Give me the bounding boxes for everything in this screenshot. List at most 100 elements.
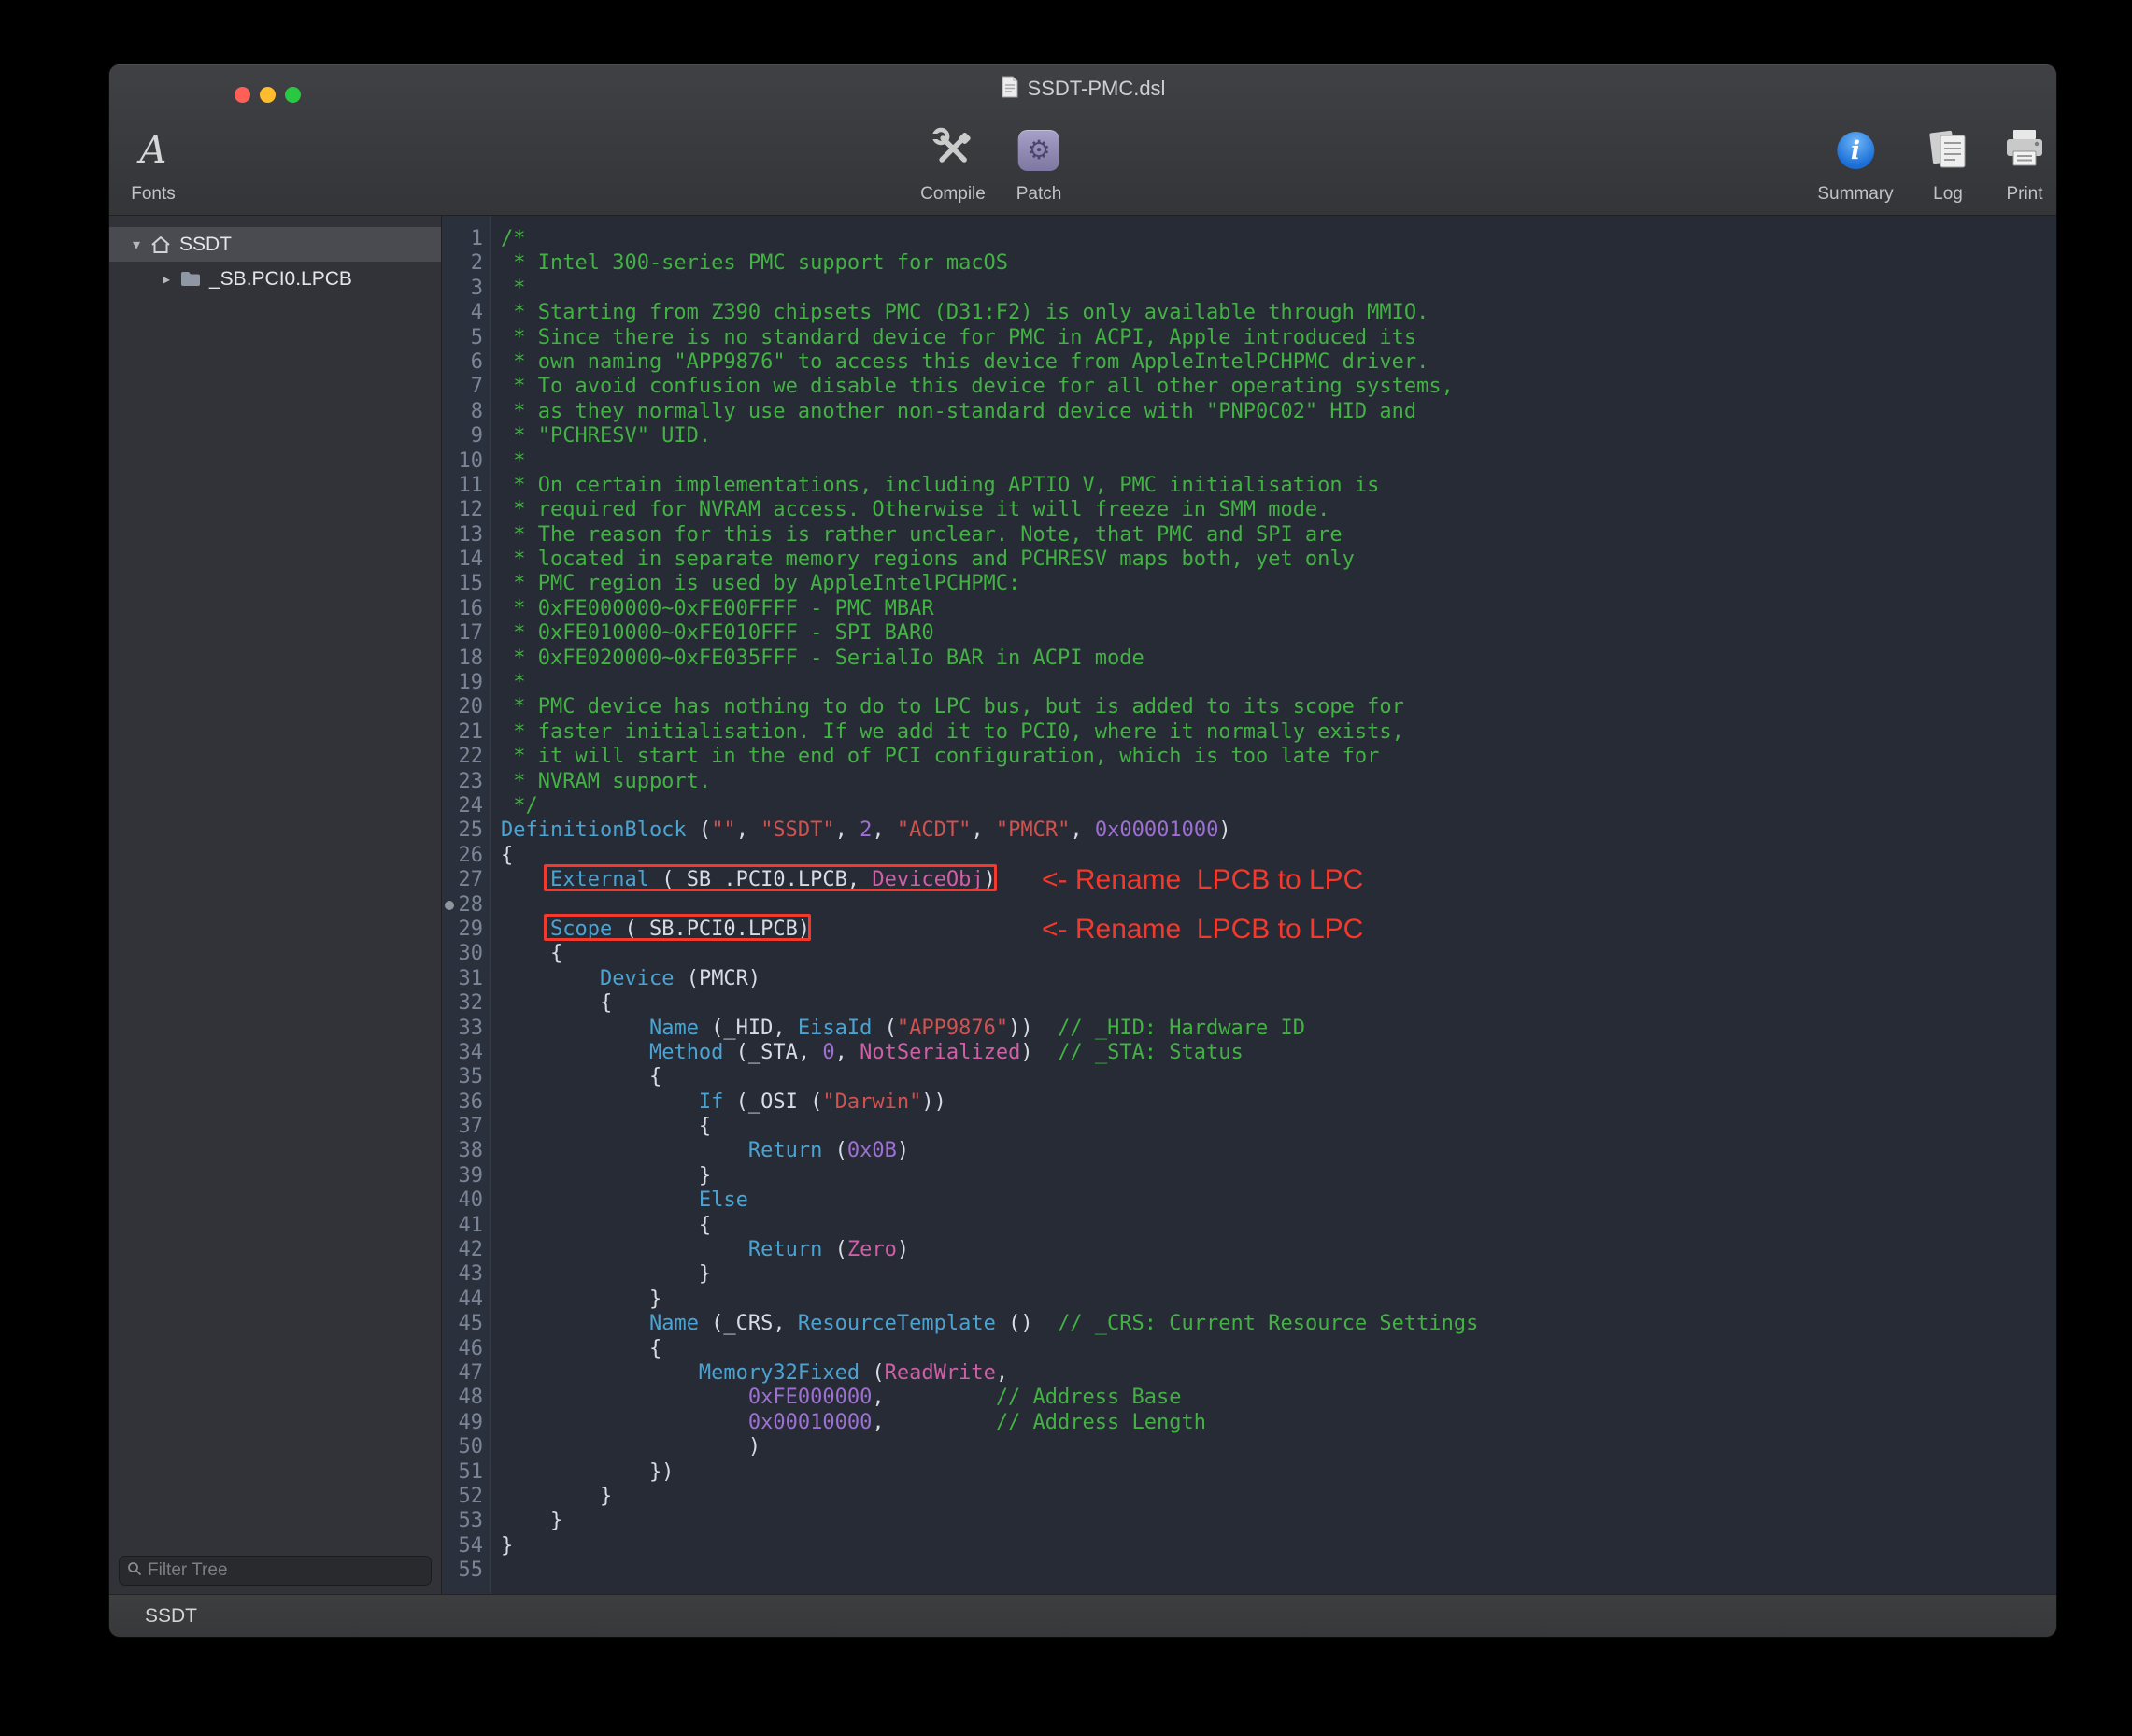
code-token: * as they normally use another non-stand… [501,400,1416,423]
print-button[interactable]: Print [2003,119,2046,205]
code-line[interactable]: } [501,1164,2056,1188]
code-line[interactable]: { [501,1115,2056,1139]
line-number: 43 [442,1262,483,1287]
code-line[interactable]: { [501,1214,2056,1238]
code-token: * located in separate memory regions and… [501,548,1355,571]
code-line[interactable]: } [501,1262,2056,1287]
filter-tree-input[interactable] [148,1560,423,1581]
code-line[interactable]: * [501,449,2056,474]
code-line[interactable]: * 0xFE010000~0xFE010FFF - SPI BAR0 [501,621,2056,646]
code-editor[interactable]: 1234567891011121314151617181920212223242… [442,216,2056,1594]
code-token: Name [649,1312,699,1335]
code-token: () [996,1312,1058,1335]
code-line[interactable]: 0xFE000000, // Address Base [501,1386,2056,1410]
fonts-button[interactable]: A Fonts [131,119,176,205]
filter-tree-field[interactable] [119,1556,432,1586]
code-line[interactable]: * The reason for this is rather unclear.… [501,523,2056,548]
line-number: 3 [442,277,483,301]
compile-button[interactable]: Compile [920,119,986,205]
code-line[interactable]: } [501,1534,2056,1558]
code-line[interactable]: Device (PMCR) [501,967,2056,991]
code-token: ) [897,1139,909,1162]
code-line[interactable]: } [501,1485,2056,1509]
code-line[interactable]: * required for NVRAM access. Otherwise i… [501,498,2056,522]
code-line[interactable]: * as they normally use another non-stand… [501,400,2056,424]
code-line[interactable]: 0x00010000, // Address Length [501,1411,2056,1435]
code-line[interactable]: * located in separate memory regions and… [501,548,2056,572]
line-number: 47 [442,1361,483,1386]
line-number: 48 [442,1386,483,1410]
code-line[interactable]: Else [501,1188,2056,1213]
code-line[interactable]: */ [501,794,2056,818]
code-line[interactable]: { [501,1065,2056,1089]
code-token: * Starting from Z390 chipsets PMC (D31:F… [501,301,1428,324]
code-token: NotSerialized [860,1041,1020,1064]
code-line[interactable]: * PMC device has nothing to do to LPC bu… [501,695,2056,719]
code-line[interactable]: { [501,1337,2056,1361]
line-number: 5 [442,326,483,350]
code-token: Device [600,967,674,990]
code-token: } [501,1485,612,1508]
line-number: 40 [442,1188,483,1213]
line-number: 13 [442,523,483,548]
line-number: 22 [442,745,483,769]
code-line[interactable]: /* [501,227,2056,251]
code-line[interactable]: * it will start in the end of PCI config… [501,745,2056,769]
code-token [501,1411,748,1434]
code-line[interactable]: * "PCHRESV" UID. [501,424,2056,448]
line-number: 36 [442,1090,483,1115]
code-line[interactable]: * [501,277,2056,301]
code-line[interactable]: { [501,991,2056,1016]
code-line[interactable]: { [501,942,2056,966]
code-line[interactable]: DefinitionBlock ("", "SSDT", 2, "ACDT", … [501,818,2056,843]
window-chrome: SSDT-PMC.dsl A Fonts [109,64,2056,216]
code-line[interactable]: * NVRAM support. [501,770,2056,794]
code-line[interactable]: Name (_CRS, ResourceTemplate () // _CRS:… [501,1312,2056,1336]
code-line[interactable]: Memory32Fixed (ReadWrite, [501,1361,2056,1386]
code-line[interactable]: * Starting from Z390 chipsets PMC (D31:F… [501,301,2056,325]
line-number: 6 [442,350,483,375]
code-token: , [835,1041,860,1064]
disclosure-open-icon[interactable]: ▾ [124,235,149,254]
code-line[interactable]: * faster initialisation. If we add it to… [501,720,2056,745]
patch-button[interactable]: ⚙ Patch [1016,119,1062,205]
code-line[interactable]: * own naming "APP9876" to access this de… [501,350,2056,375]
line-number: 34 [442,1041,483,1065]
code-line[interactable]: * PMC region is used by AppleIntelPCHPMC… [501,572,2056,596]
disclosure-closed-icon[interactable]: ▸ [154,270,178,289]
code-token: ( [822,1238,847,1261]
code-line[interactable]: * On certain implementations, including … [501,474,2056,498]
line-number: 23 [442,770,483,794]
code-line[interactable]: } [501,1509,2056,1533]
code-line[interactable]: * To avoid confusion we disable this dev… [501,375,2056,399]
code-token: , [872,1411,995,1434]
log-pages-icon [1928,126,1968,176]
code-token: // _STA: Status [1058,1041,1244,1064]
summary-button[interactable]: i Summary [1817,119,1893,205]
code-token: , [971,818,996,842]
code-line[interactable]: * Intel 300-series PMC support for macOS [501,251,2056,276]
code-line[interactable]: If (_OSI ("Darwin")) [501,1090,2056,1115]
code-line[interactable]: * [501,671,2056,695]
line-number: 10 [442,449,483,474]
sidebar-item-ssdt[interactable]: ▾ SSDT [109,227,441,262]
app-window: SSDT-PMC.dsl A Fonts [108,64,2057,1638]
sidebar-item-sb-pci0-lpcb[interactable]: ▸ _SB.PCI0.LPCB [109,262,441,296]
code-line[interactable]: }) [501,1460,2056,1485]
code-line[interactable]: Return (0x0B) [501,1139,2056,1163]
code-line[interactable]: Return (Zero) [501,1238,2056,1262]
code-line[interactable]: } [501,1288,2056,1312]
code-line[interactable]: Name (_HID, EisaId ("APP9876")) // _HID:… [501,1017,2056,1041]
code-token [501,1386,748,1409]
code-line[interactable]: * Since there is no standard device for … [501,326,2056,350]
line-number: 30 [442,942,483,966]
code-token: * [501,449,526,473]
code-line[interactable]: * 0xFE020000~0xFE035FFF - SerialIo BAR i… [501,647,2056,671]
code-line[interactable]: ) [501,1435,2056,1459]
code-lines[interactable]: /* * Intel 300-series PMC support for ma… [501,227,2056,1583]
code-line[interactable] [501,1558,2056,1583]
line-number: 29 [442,918,483,942]
log-button[interactable]: Log [1928,119,1968,205]
code-line[interactable]: * 0xFE000000~0xFE00FFFF - PMC MBAR [501,597,2056,621]
code-line[interactable]: Method (_STA, 0, NotSerialized) // _STA:… [501,1041,2056,1065]
